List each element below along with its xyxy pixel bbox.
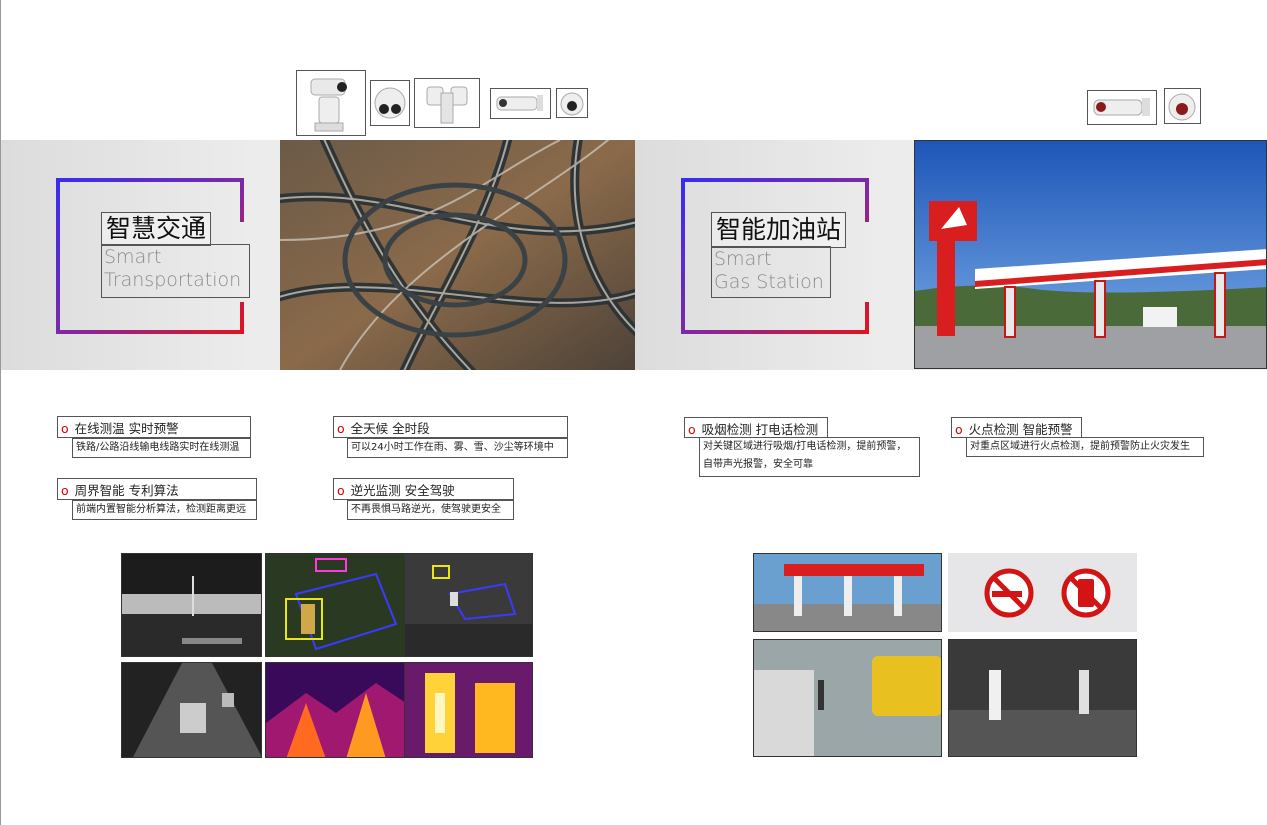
thermal-equipment-image [404, 662, 533, 758]
feature-heading-text: 全天候 全时段 [350, 421, 430, 436]
title-en-line-2: Transportation [104, 269, 242, 291]
feature-heading-1: o 在线测温 实时预警 [57, 416, 251, 438]
ptz-camera-thumb [296, 70, 366, 136]
feature-desc-5-line-1: 对关键区域进行吸烟/打电话检测，提前预警， [703, 441, 907, 452]
feature-heading-4: o 逆光监测 安全驾驶 [333, 478, 514, 500]
feature-heading-text: 在线测温 实时预警 [74, 421, 179, 436]
feature-desc-6: 对重点区域进行火点检测，提前预警防止火灾发生 [966, 437, 1204, 457]
dual-lens-dome-thumb [370, 80, 410, 126]
thermal-person-detection-image [948, 639, 1137, 757]
feature-desc-2: 可以24小时工作在雨、雾、雪、沙尘等环境中 [347, 438, 568, 458]
feature-heading-text: 吸烟检测 打电话检测 [701, 422, 819, 437]
bullet-icon: o [61, 421, 69, 436]
station-canopy-image [753, 553, 942, 632]
feature-desc-3: 前端内置智能分析算法，检测距离更远 [72, 500, 257, 520]
title-en-line-1: Smart [104, 246, 162, 268]
feature-desc-5: 对关键区域进行吸烟/打电话检测，提前预警， 自带声光报警，安全可靠 [699, 437, 920, 477]
night-parking-detection-image [404, 553, 533, 657]
gas-station-photo [914, 140, 1267, 369]
feature-heading-2: o 全天候 全时段 [333, 416, 568, 438]
no-smoking-no-phone-signs [948, 553, 1137, 632]
thermal-substation-image [265, 662, 405, 758]
section-title-en-right: Smart Gas Station [711, 246, 831, 298]
feature-heading-6: o 火点检测 智能预警 [951, 417, 1082, 438]
title-en-line-1-right: Smart [714, 248, 772, 270]
section-title-en-left: Smart Transportation [101, 244, 250, 298]
feature-heading-text: 逆光监测 安全驾驶 [350, 483, 455, 498]
turret-camera-thumb [556, 88, 588, 118]
bullet-icon: o [688, 422, 696, 437]
thermal-highway-image [121, 662, 262, 758]
feature-heading-3: o 周界智能 专利算法 [57, 478, 257, 500]
bullet-icon: o [337, 483, 345, 498]
highway-interchange-photo [280, 140, 635, 370]
pan-tilt-camera-thumb [414, 78, 480, 128]
bullet-camera-thumb-right [1087, 90, 1157, 125]
feature-desc-5-line-2: 自带声光报警，安全可靠 [703, 459, 813, 470]
no-phone-icon [1061, 568, 1111, 618]
bullet-icon: o [337, 421, 345, 436]
bullet-icon: o [955, 422, 963, 437]
bullet-icon: o [61, 483, 69, 498]
bullet-camera-thumb [490, 88, 551, 119]
section-title-cn-left: 智慧交通 [101, 212, 212, 246]
section-title-cn-right: 智能加油站 [711, 212, 847, 248]
parking-lot-detection-image [753, 639, 942, 757]
feature-heading-text: 火点检测 智能预警 [968, 422, 1073, 437]
no-smoking-icon [984, 568, 1034, 618]
turret-camera-thumb-right [1164, 88, 1201, 124]
perimeter-detection-image [265, 553, 405, 657]
feature-desc-4: 不再畏惧马路逆光，使驾驶更安全 [347, 500, 514, 520]
feature-heading-5: o 吸烟检测 打电话检测 [684, 417, 828, 438]
title-en-line-2-right: Gas Station [714, 271, 824, 293]
page-edge-line [0, 0, 1, 825]
feature-desc-1: 铁路/公路沿线输电线路实时在线测温 [72, 438, 251, 458]
feature-heading-text: 周界智能 专利算法 [74, 483, 179, 498]
thermal-landscape-image [121, 553, 262, 657]
